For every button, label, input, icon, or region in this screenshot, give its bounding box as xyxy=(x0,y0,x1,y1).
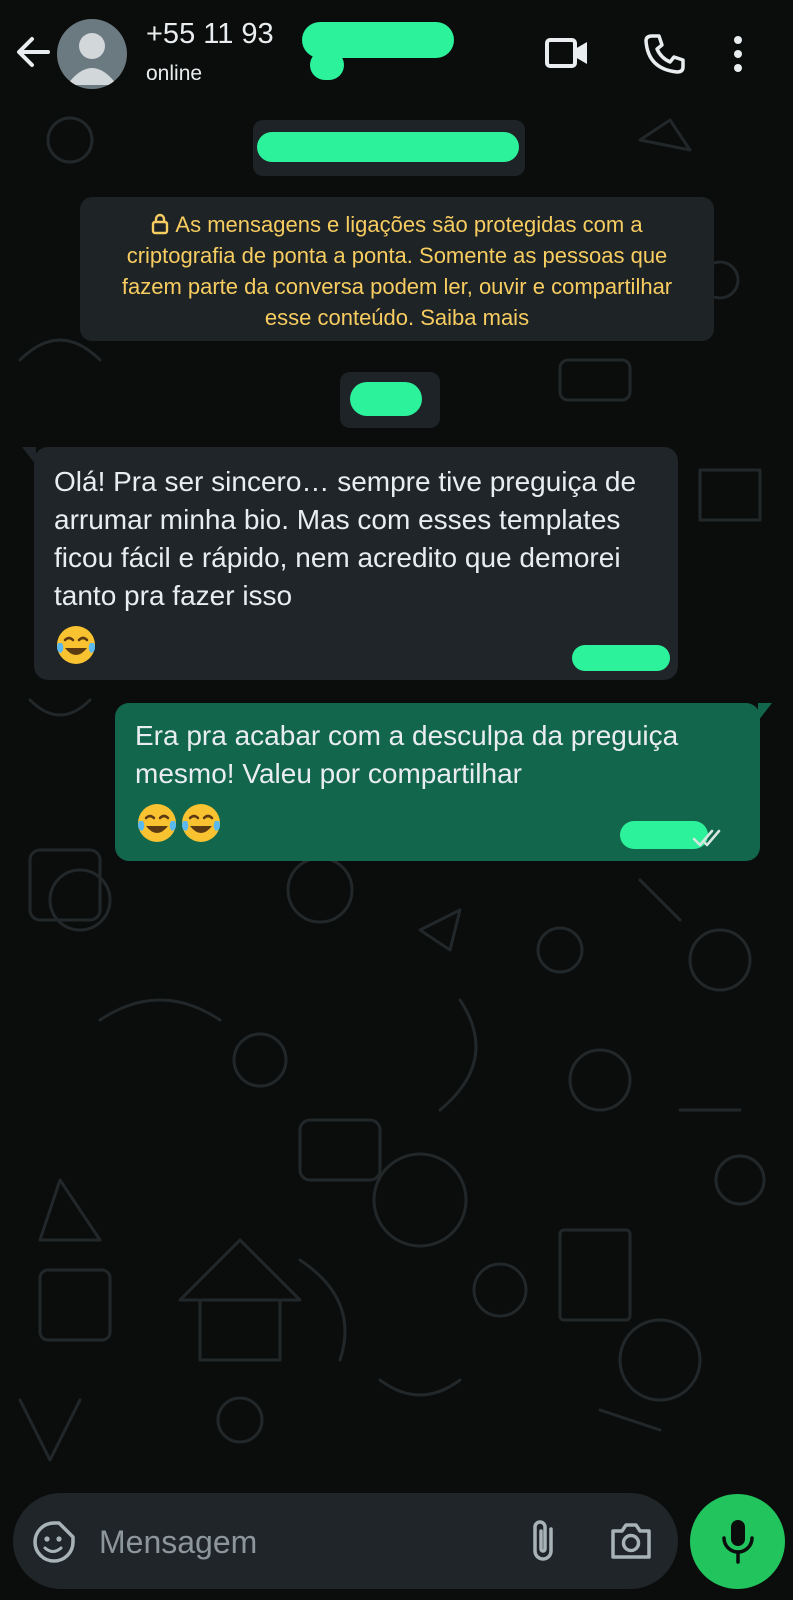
voice-message-button[interactable] xyxy=(690,1494,785,1589)
encryption-notice[interactable]: As mensagens e ligações são protegidas c… xyxy=(80,197,714,341)
attach-clip-icon xyxy=(533,1520,553,1561)
message-input[interactable] xyxy=(97,1513,481,1571)
redaction-mark xyxy=(310,50,344,80)
video-call-icon xyxy=(545,38,587,68)
lock-icon xyxy=(152,213,169,235)
date-chip xyxy=(340,372,440,428)
message-bubble-incoming[interactable]: Olá! Pra ser sincero… sempre tive pregui… xyxy=(22,447,678,680)
redaction-mark xyxy=(572,645,670,671)
camera-icon xyxy=(611,1523,651,1559)
date-chip xyxy=(253,120,525,176)
contact-name[interactable]: +55 11 93 xyxy=(146,18,274,51)
laughing-tears-emoji-icon xyxy=(182,804,220,842)
camera-button[interactable] xyxy=(607,1519,655,1563)
message-composer xyxy=(13,1493,678,1589)
message-bubble-outgoing[interactable]: Era pra acabar com a desculpa da preguiç… xyxy=(115,703,772,861)
more-options-button[interactable] xyxy=(724,30,752,78)
laughing-tears-emoji-icon xyxy=(138,804,176,842)
contact-avatar[interactable] xyxy=(57,19,127,89)
phone-icon xyxy=(644,34,685,74)
message-text: Era pra acabar com a desculpa da preguiç… xyxy=(135,720,679,789)
back-button[interactable] xyxy=(14,30,54,74)
avatar-placeholder-icon xyxy=(67,33,117,85)
back-arrow-icon xyxy=(17,37,50,67)
emoji-sticker-icon xyxy=(33,1521,75,1563)
contact-status: online xyxy=(146,62,203,85)
encryption-notice-text: As mensagens e ligações são protegidas c… xyxy=(121,212,673,330)
redaction-mark xyxy=(350,382,422,416)
message-text: Olá! Pra ser sincero… sempre tive pregui… xyxy=(54,466,637,611)
double-check-icon xyxy=(692,829,721,847)
redaction-mark xyxy=(257,132,519,162)
more-options-icon xyxy=(734,36,742,72)
microphone-icon xyxy=(722,1520,754,1564)
attach-button[interactable] xyxy=(525,1517,565,1565)
video-call-button[interactable] xyxy=(543,30,591,78)
emoji-button[interactable] xyxy=(31,1519,77,1565)
laughing-tears-emoji-icon xyxy=(57,626,95,664)
chat-header: +55 11 93 online xyxy=(0,0,793,108)
voice-call-button[interactable] xyxy=(640,30,688,78)
